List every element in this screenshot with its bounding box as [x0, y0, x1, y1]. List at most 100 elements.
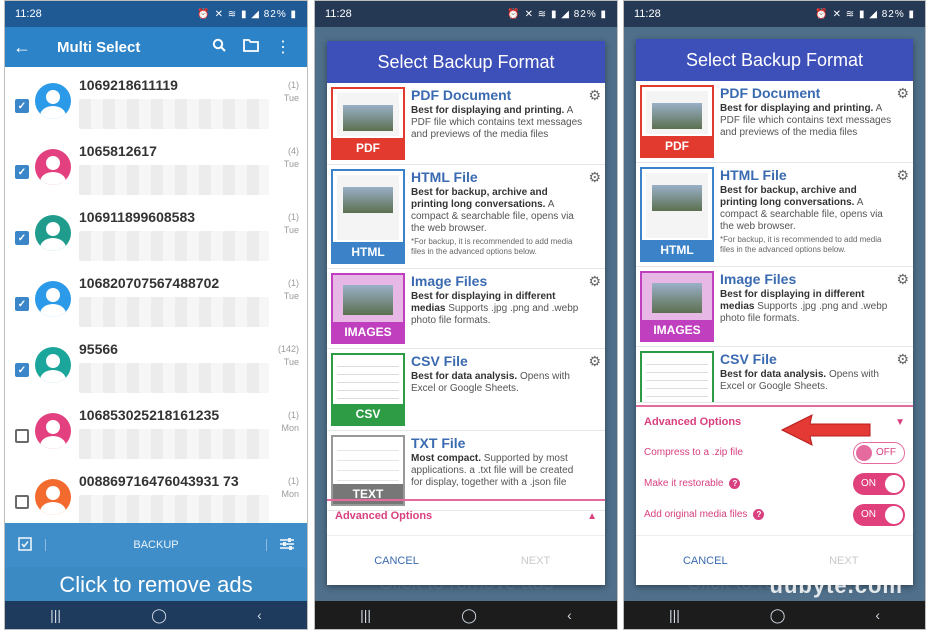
cancel-button[interactable]: CANCEL: [636, 555, 775, 567]
gear-icon[interactable]: ⚙: [588, 87, 601, 104]
conversation-row[interactable]: 106853025218161235 (1) Mon: [5, 397, 307, 463]
next-button[interactable]: NEXT: [775, 555, 914, 567]
format-name: HTML File: [720, 167, 787, 183]
gear-icon[interactable]: ⚙: [896, 271, 909, 288]
format-option-html[interactable]: HTML HTML File Best for backup, archive a…: [327, 165, 605, 269]
status-icons: ⏰ ✕ ≋ ▮ ◢ 82% ▮: [507, 8, 607, 20]
html-thumbnail: HTML: [640, 167, 714, 262]
csv-thumbnail: [640, 351, 714, 402]
conversation-row[interactable]: ✓ 95566 (142) Tue: [5, 331, 307, 397]
chevron-up-icon: ▲: [587, 510, 597, 522]
pdf-thumbnail: PDF: [640, 85, 714, 158]
message-day: Tue: [283, 159, 299, 169]
format-note: *For backup, it is recommended to add me…: [720, 235, 882, 254]
conversation-row[interactable]: ✓ 1069218611119 (1) Tue: [5, 67, 307, 133]
help-icon[interactable]: ?: [729, 478, 741, 489]
backup-format-screen: 11:28 ⏰ ✕ ≋ ▮ ◢ 82% ▮ Click to remove ad…: [314, 0, 618, 630]
recents-icon[interactable]: |||: [50, 607, 61, 623]
format-highlight: Best for displaying and printing.: [411, 105, 565, 116]
html-badge: HTML: [333, 242, 403, 262]
gear-icon[interactable]: ⚙: [588, 273, 601, 290]
blurred-preview: [79, 429, 269, 459]
recents-icon[interactable]: |||: [360, 607, 371, 623]
format-option-pdf[interactable]: PDF PDF Document Best for displaying and …: [327, 83, 605, 165]
format-option-csv[interactable]: CSV File Best for data analysis. Opens wi…: [636, 347, 913, 403]
gear-icon[interactable]: ⚙: [588, 353, 601, 370]
row-checkbox[interactable]: [15, 495, 29, 509]
help-icon[interactable]: ?: [753, 509, 765, 520]
select-all-icon[interactable]: [5, 536, 45, 554]
cancel-button[interactable]: CANCEL: [327, 555, 466, 567]
remove-ads-banner[interactable]: Click to remove ads: [5, 567, 307, 603]
status-bar: 11:28 ⏰ ✕ ≋ ▮ ◢ 82% ▮: [624, 1, 925, 27]
message-day: Tue: [283, 93, 299, 103]
gear-icon[interactable]: ⚙: [896, 85, 909, 102]
system-nav-bar: ||| ◯ ‹: [5, 601, 307, 629]
row-checkbox[interactable]: [15, 429, 29, 443]
settings-sliders-icon[interactable]: [267, 537, 307, 554]
row-checkbox[interactable]: ✓: [15, 99, 29, 113]
format-highlight: Best for backup, archive and printing lo…: [411, 187, 548, 210]
row-checkbox[interactable]: ✓: [15, 165, 29, 179]
home-icon[interactable]: ◯: [770, 607, 786, 624]
format-option-pdf[interactable]: PDF PDF Document Best for displaying and …: [636, 81, 913, 163]
format-name: CSV File: [411, 353, 468, 369]
system-nav-bar: ||| ◯ ‹: [315, 601, 617, 629]
avatar: [35, 347, 71, 383]
format-option-images[interactable]: IMAGES Image Files Best for displaying in…: [327, 269, 605, 349]
row-checkbox[interactable]: ✓: [15, 363, 29, 377]
conversation-meta: (1) Mon: [281, 475, 299, 501]
conversation-row[interactable]: ✓ 106820707567488702 (1) Tue: [5, 265, 307, 331]
red-arrow-annotation: [780, 414, 871, 446]
gear-icon[interactable]: ⚙: [588, 169, 601, 186]
folder-icon[interactable]: [235, 38, 267, 57]
chevron-down-icon: ▼: [895, 416, 905, 428]
status-icons: ⏰ ✕ ≋ ▮ ◢ 82% ▮: [197, 8, 297, 20]
watermark: uubyte.com: [769, 573, 903, 598]
format-option-images[interactable]: IMAGES Image Files Best for displaying in…: [636, 267, 913, 347]
images-badge: IMAGES: [642, 320, 712, 340]
avatar: [35, 281, 71, 317]
recents-icon[interactable]: |||: [669, 607, 680, 623]
format-name: Image Files: [411, 273, 488, 289]
home-icon[interactable]: ◯: [461, 607, 477, 624]
images-badge: IMAGES: [333, 322, 403, 342]
option-label: Make it restorable: [644, 478, 724, 489]
status-time: 11:28: [15, 8, 42, 20]
backup-button[interactable]: BACKUP: [45, 539, 267, 551]
add-media-toggle[interactable]: ON: [853, 503, 905, 526]
next-button[interactable]: NEXT: [466, 555, 605, 567]
conversation-row[interactable]: ✓ 106911899608583 (1) Tue: [5, 199, 307, 265]
txt-thumbnail: TEXT: [331, 435, 405, 506]
conversation-number: 95566: [79, 341, 118, 357]
conversation-row[interactable]: ✓ 1065812617 (4) Tue: [5, 133, 307, 199]
images-thumbnail: IMAGES: [640, 271, 714, 342]
back-icon[interactable]: ‹: [875, 607, 880, 623]
avatar: [35, 413, 71, 449]
make-restorable-toggle[interactable]: ON: [853, 472, 905, 495]
advanced-options-toggle[interactable]: Advanced Options ▲: [327, 499, 605, 531]
more-options-icon[interactable]: ⋮: [267, 37, 299, 57]
format-option-csv[interactable]: CSV CSV File Best for data analysis. Open…: [327, 349, 605, 431]
search-icon[interactable]: [203, 38, 235, 57]
format-note: *For backup, it is recommended to add me…: [411, 237, 573, 256]
html-badge: HTML: [642, 240, 712, 260]
back-icon[interactable]: ‹: [257, 607, 262, 623]
back-arrow-icon[interactable]: ←: [13, 37, 43, 58]
row-checkbox[interactable]: ✓: [15, 297, 29, 311]
row-checkbox[interactable]: ✓: [15, 231, 29, 245]
conversation-number: 008869716476043931 73: [79, 473, 239, 489]
format-option-html[interactable]: HTML HTML File Best for backup, archive a…: [636, 163, 913, 267]
gear-icon[interactable]: ⚙: [896, 351, 909, 368]
home-icon[interactable]: ◯: [151, 607, 167, 624]
format-name: PDF Document: [720, 85, 821, 101]
conversation-meta: (4) Tue: [284, 145, 299, 171]
app-bar: ← Multi Select ⋮: [5, 27, 307, 67]
blurred-preview: [79, 363, 269, 393]
message-count: (1): [288, 410, 299, 420]
back-icon[interactable]: ‹: [567, 607, 572, 623]
dialog-title: Select Backup Format: [636, 39, 913, 81]
gear-icon[interactable]: ⚙: [896, 167, 909, 184]
dialog-title: Select Backup Format: [327, 41, 605, 83]
conversation-row[interactable]: 008869716476043931 73 (1) Mon: [5, 463, 307, 523]
